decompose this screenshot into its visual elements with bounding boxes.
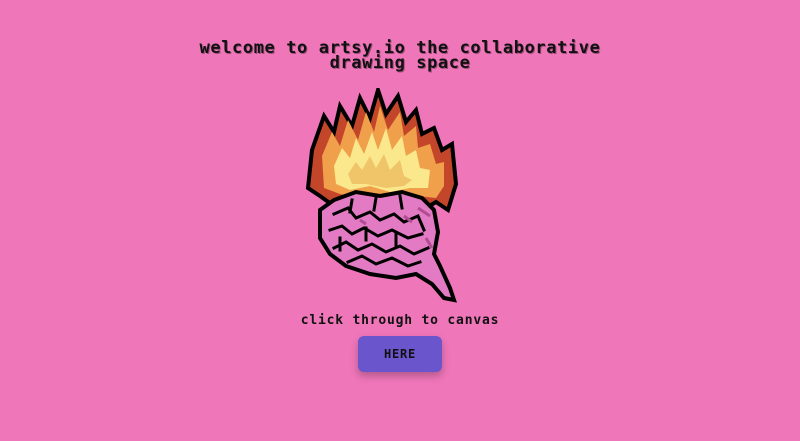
landing-page: { "page": { "title_line1": "welcome to a… (0, 0, 800, 441)
welcome-heading: welcome to artsy.io the collaborative dr… (0, 40, 800, 73)
flaming-brain-icon (305, 88, 459, 303)
here-button[interactable]: HERE (358, 336, 442, 372)
brain (318, 189, 457, 303)
canvas-prompt: click through to canvas (300, 313, 500, 328)
flames (305, 88, 459, 214)
welcome-heading-line2: drawing space (329, 53, 471, 73)
